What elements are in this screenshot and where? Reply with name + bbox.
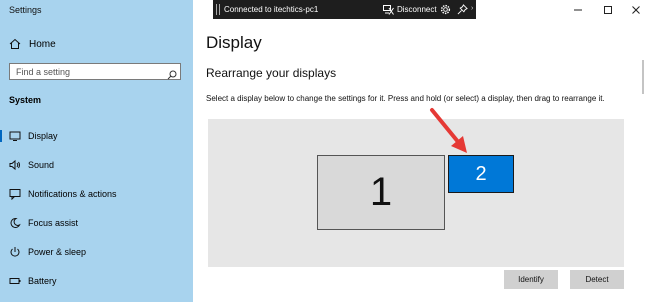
- maximize-icon: [604, 6, 612, 14]
- identify-button[interactable]: Identify: [504, 270, 558, 289]
- sidebar-item-label: Focus assist: [28, 218, 79, 228]
- close-button[interactable]: [629, 3, 643, 17]
- display-number: 2: [475, 162, 487, 185]
- sidebar-item-label: Notifications & actions: [28, 189, 117, 199]
- display-1[interactable]: 1: [317, 155, 445, 230]
- display-arrangement-area[interactable]: 1 2: [208, 119, 624, 267]
- gear-icon[interactable]: [440, 4, 451, 15]
- disconnect-label: Disconnect: [397, 5, 437, 14]
- section-label: System: [9, 95, 42, 105]
- chevron-right-icon[interactable]: ›: [471, 5, 473, 12]
- home-icon: [9, 38, 21, 50]
- nav-home[interactable]: Home: [9, 38, 56, 50]
- minimize-icon: [574, 9, 582, 11]
- notifications-icon: [9, 188, 21, 201]
- power-icon: [9, 246, 21, 258]
- search-box[interactable]: [9, 63, 181, 80]
- pin-icon[interactable]: [457, 4, 468, 15]
- sidebar: Settings Home System Display Sound Notif…: [0, 0, 193, 302]
- display-2[interactable]: 2: [448, 155, 514, 193]
- battery-icon: [9, 275, 21, 287]
- detect-button[interactable]: Detect: [570, 270, 624, 289]
- close-icon: [632, 6, 640, 14]
- sidebar-item-display[interactable]: Display: [0, 125, 193, 147]
- disconnect-button[interactable]: Disconnect: [383, 0, 437, 19]
- section-heading: Rearrange your displays: [206, 66, 337, 80]
- sidebar-item-sound[interactable]: Sound: [0, 154, 193, 176]
- scrollbar-thumb[interactable]: [642, 60, 644, 94]
- page-title: Display: [206, 33, 262, 52]
- drag-handle-icon[interactable]: [216, 4, 220, 15]
- connection-label: Connected to itechtics-pc1: [224, 5, 319, 14]
- display-number: 1: [369, 170, 393, 214]
- sidebar-item-label: Display: [28, 131, 58, 141]
- speaker-icon: [9, 159, 21, 171]
- disconnect-icon: [383, 4, 394, 15]
- sidebar-item-label: Power & sleep: [28, 247, 87, 257]
- search-icon[interactable]: [167, 67, 177, 80]
- nav-home-label: Home: [29, 38, 56, 50]
- search-input[interactable]: [16, 65, 166, 78]
- sidebar-item-battery[interactable]: Battery: [0, 270, 193, 292]
- sidebar-item-focus-assist[interactable]: Focus assist: [0, 212, 193, 234]
- annotation-arrow-icon: [430, 108, 467, 153]
- sidebar-item-power-sleep[interactable]: Power & sleep: [0, 241, 193, 263]
- description-text: Select a display below to change the set…: [206, 94, 605, 103]
- maximize-button[interactable]: [601, 3, 615, 17]
- sidebar-item-notifications[interactable]: Notifications & actions: [0, 183, 193, 205]
- monitor-icon: [9, 130, 21, 142]
- sidebar-item-label: Sound: [28, 160, 55, 170]
- moon-icon: [9, 217, 21, 229]
- sidebar-item-label: Battery: [28, 276, 57, 286]
- remote-connection-bar: Connected to itechtics-pc1 Disconnect ›: [213, 0, 476, 19]
- app-title: Settings: [9, 5, 42, 15]
- minimize-button[interactable]: [571, 3, 585, 17]
